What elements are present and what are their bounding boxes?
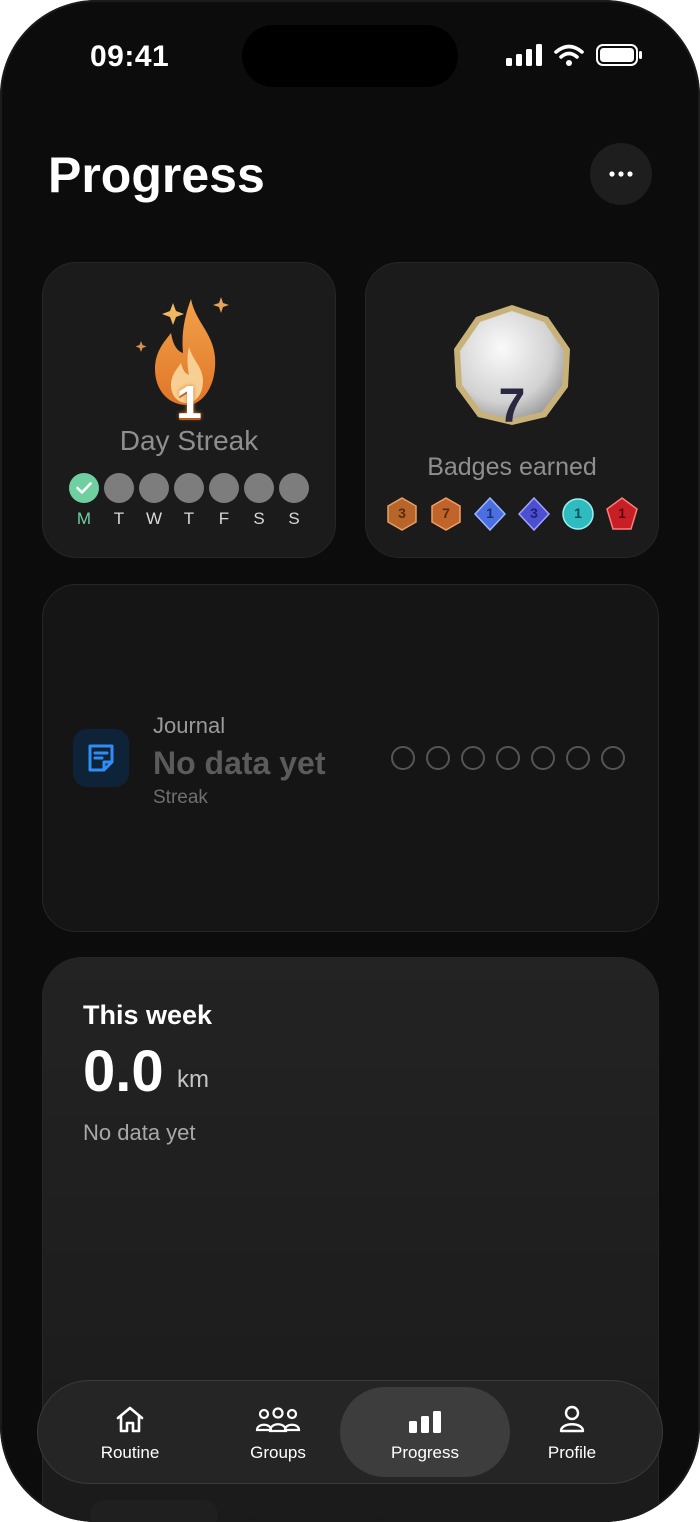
day-label: S xyxy=(253,509,265,528)
day-circle xyxy=(566,746,590,770)
journal-sublabel: Streak xyxy=(153,787,208,808)
indigo-diamond-badge-icon: 3 xyxy=(518,497,550,531)
teal-round-badge-icon: 1 xyxy=(562,497,594,531)
status-time: 09:41 xyxy=(90,40,170,73)
bronze-hex-badge-icon: 3 xyxy=(386,497,418,531)
day-monday: M xyxy=(69,473,99,529)
badge-number: 1 xyxy=(618,505,626,521)
day-dot xyxy=(244,473,274,503)
day-circle xyxy=(531,746,555,770)
person-icon xyxy=(559,1401,585,1433)
badge-number: 1 xyxy=(486,505,494,521)
signal-icon xyxy=(506,44,542,66)
badge-count: 7 xyxy=(498,380,526,433)
streak-count: 1 xyxy=(176,376,202,428)
tab-progress[interactable]: Progress xyxy=(340,1387,510,1477)
badge-number: 1 xyxy=(574,505,582,521)
ellipsis-icon xyxy=(609,171,633,177)
day-circle xyxy=(601,746,625,770)
journal-value: No data yet xyxy=(153,745,326,781)
status-icons xyxy=(506,44,642,66)
day-circle xyxy=(391,746,415,770)
journal-icon xyxy=(73,729,129,787)
journal-card[interactable]: Journal No data yet Streak xyxy=(42,584,659,932)
badge-list: 3 7 1 3 1 1 xyxy=(386,497,638,531)
journal-week-circles xyxy=(391,746,625,770)
floating-action-pill[interactable] xyxy=(90,1500,218,1522)
people-icon xyxy=(255,1401,301,1433)
badge-number: 7 xyxy=(442,505,450,521)
day-dot xyxy=(209,473,239,503)
week-empty-note: No data yet xyxy=(83,1120,196,1145)
checkmark-icon xyxy=(76,482,92,494)
day-label: T xyxy=(183,509,195,528)
badge-number: 3 xyxy=(398,505,406,521)
tab-profile[interactable]: Profile xyxy=(510,1381,634,1483)
tab-label: Progress xyxy=(390,1443,460,1462)
day-tuesday: T xyxy=(104,473,134,529)
day-thursday: T xyxy=(174,473,204,529)
day-wednesday: W xyxy=(139,473,169,529)
battery-icon xyxy=(596,44,642,66)
day-label: S xyxy=(288,509,300,528)
day-streak-card[interactable]: 1 Day Streak M T W T F S S xyxy=(42,262,336,558)
dynamic-island xyxy=(242,25,458,87)
day-label: F xyxy=(218,509,230,528)
day-dot xyxy=(279,473,309,503)
week-title: This week xyxy=(83,1000,213,1030)
wifi-icon xyxy=(554,44,584,66)
red-pentagon-badge-icon: 1 xyxy=(606,497,638,531)
day-circle xyxy=(496,746,520,770)
page-title: Progress xyxy=(48,147,265,203)
day-dot xyxy=(104,473,134,503)
day-dot xyxy=(139,473,169,503)
tab-groups[interactable]: Groups xyxy=(216,1381,340,1483)
week-distance-unit: km xyxy=(177,1066,209,1093)
tab-label: Profile xyxy=(547,1443,597,1462)
badges-card[interactable]: 7 Badges earned 3 7 1 3 1 1 xyxy=(365,262,659,558)
day-saturday: S xyxy=(244,473,274,529)
week-distance-value: 0.0 xyxy=(83,1039,164,1104)
day-label: M xyxy=(76,509,92,528)
tab-bar: Routine Groups Progress Profile xyxy=(37,1380,663,1484)
tab-label: Groups xyxy=(250,1443,306,1462)
day-circle xyxy=(461,746,485,770)
blue-diamond-badge-icon: 1 xyxy=(474,497,506,531)
tab-routine[interactable]: Routine xyxy=(68,1381,192,1483)
day-label: T xyxy=(113,509,125,528)
day-sunday: S xyxy=(279,473,309,529)
journal-label: Journal xyxy=(153,713,226,738)
house-icon xyxy=(115,1401,145,1433)
badges-label: Badges earned xyxy=(427,453,597,481)
phone-screen: 09:41 Progress 1 Day Streak M T W T F S … xyxy=(0,0,700,1522)
weekday-tracker: M T W T F S S xyxy=(69,473,309,529)
streak-label: Day Streak xyxy=(119,425,259,456)
day-dot xyxy=(174,473,204,503)
day-dot-done xyxy=(69,473,99,503)
day-friday: F xyxy=(209,473,239,529)
more-button[interactable] xyxy=(590,143,652,205)
copper-hex-badge-icon: 7 xyxy=(430,497,462,531)
day-circle xyxy=(426,746,450,770)
bar-chart-icon xyxy=(409,1401,441,1433)
badge-number: 3 xyxy=(530,505,538,521)
tab-label: Routine xyxy=(100,1443,160,1462)
day-label: W xyxy=(145,509,163,528)
